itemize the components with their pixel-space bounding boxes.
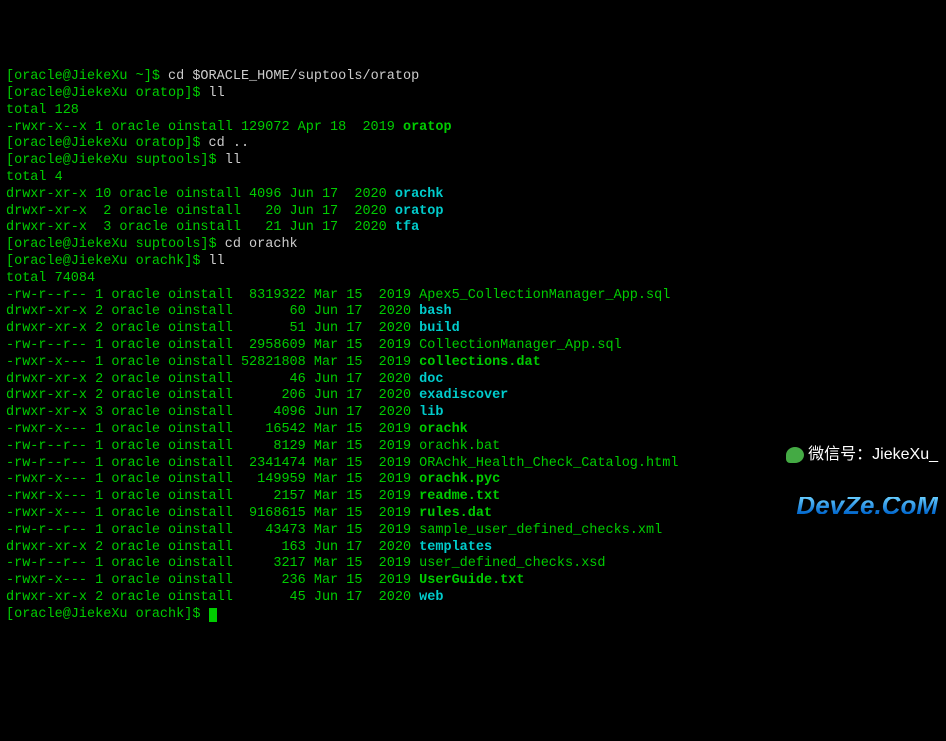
- cursor: [209, 608, 217, 622]
- watermark-top: 微信号：JiekeXu_: [808, 447, 938, 464]
- terminal-output[interactable]: [oracle@JiekeXu ~]$ cd $ORACLE_HOME/supt…: [6, 69, 940, 623]
- watermark: 微信号：JiekeXu_ DevZe.CoM: [786, 413, 938, 531]
- watermark-bottom: DevZe.CoM: [786, 497, 938, 514]
- wechat-icon: [786, 447, 804, 463]
